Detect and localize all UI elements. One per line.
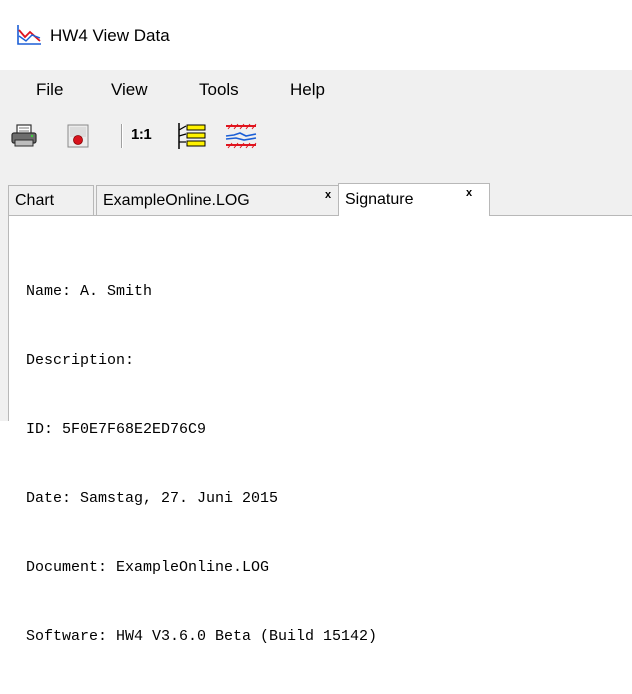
menu-file[interactable]: File [36,80,63,100]
record-icon[interactable] [66,122,90,150]
tab-signature-label: Signature [345,191,414,208]
signature-software-line: Software: HW4 V3.6.0 Beta (Build 15142) [26,628,378,645]
menu-view[interactable]: View [111,80,148,100]
limits-icon[interactable] [224,122,258,150]
signature-document-line: Document: ExampleOnline.LOG [26,559,270,576]
tab-chart-label: Chart [15,192,55,209]
menu-tools[interactable]: Tools [199,80,239,100]
signature-text: Name: A. Smith Description: ID: 5F0E7F68… [26,234,377,694]
menu-help[interactable]: Help [290,80,325,100]
legend-list-icon[interactable] [176,122,208,150]
zoom-1to1-button[interactable]: 1:1 [131,126,152,143]
signature-date-line: Date: Samstag, 27. Juni 2015 [26,490,279,507]
print-icon[interactable] [10,122,38,150]
tab-exampleonline-log-label: ExampleOnline.LOG [103,192,250,209]
app-window: HW4 View Data File View Tools Help 1:1 C… [0,0,632,645]
menu-bar: File View Tools Help [0,70,632,110]
app-chart-icon [17,25,41,45]
tab-exampleonline-log-close-icon[interactable]: x [325,189,331,201]
toolbar: 1:1 [0,110,632,176]
signature-description-line: Description: [26,352,135,369]
tab-signature-close-icon[interactable]: x [466,187,472,199]
tab-exampleonline-log[interactable]: ExampleOnline.LOG x [96,185,340,215]
signature-panel: Name: A. Smith Description: ID: 5F0E7F68… [8,215,632,645]
tab-signature[interactable]: Signature x [338,183,490,216]
tab-strip: Chart ExampleOnline.LOG x Signature x [8,183,632,216]
toolbar-separator [121,124,123,148]
signature-id-line: ID: 5F0E7F68E2ED76C9 [26,421,207,438]
tab-chart[interactable]: Chart [8,185,94,215]
window-title: HW4 View Data [50,26,170,45]
signature-name-line: Name: A. Smith [26,283,153,300]
title-bar[interactable]: HW4 View Data [0,0,632,70]
